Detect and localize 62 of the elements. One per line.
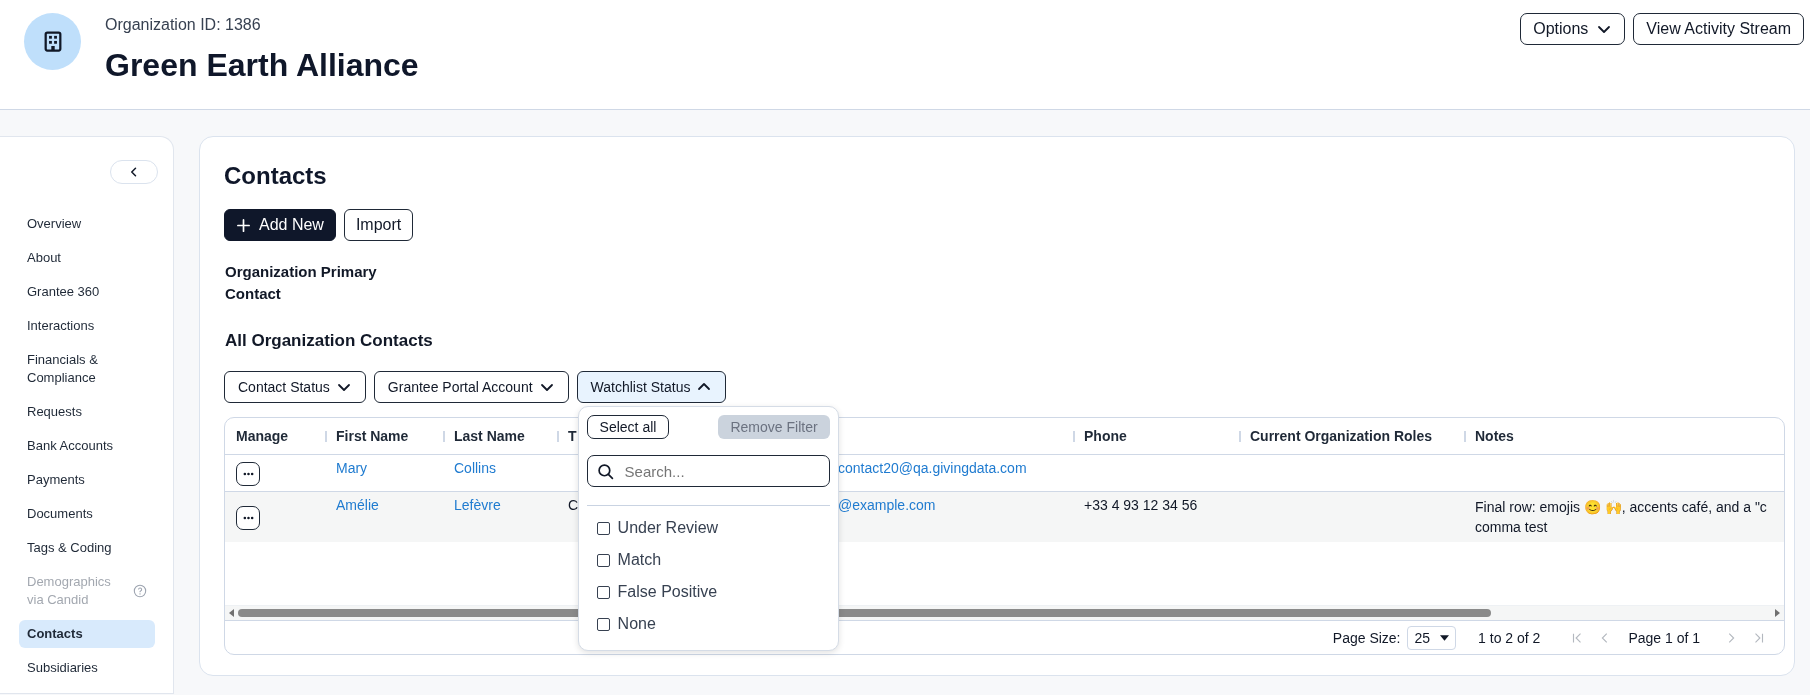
activity-stream-button[interactable]: View Activity Stream (1633, 13, 1804, 45)
sidebar-item[interactable]: Grantee 360 (19, 275, 155, 309)
checkbox[interactable] (596, 585, 610, 599)
search-icon (596, 463, 614, 480)
import-button[interactable]: Import (343, 209, 414, 241)
table-link[interactable]: Collins (454, 460, 496, 476)
more-button[interactable] (236, 506, 260, 530)
option-label[interactable]: None (617, 615, 656, 633)
option-label[interactable]: Match (617, 551, 662, 569)
sidebar-item[interactable]: Requests (19, 395, 155, 429)
sidebar-item[interactable]: Financials & Compliance (19, 343, 155, 395)
table-cell: C (568, 497, 579, 513)
dropdown-arrow-icon (1440, 634, 1450, 641)
page-size-select[interactable]: 25 (1406, 625, 1457, 650)
sidebar-item[interactable]: Subsidiaries (19, 651, 155, 685)
section-title: All Organization Contacts (224, 331, 434, 351)
table-link[interactable]: Amélie (336, 497, 379, 513)
filter-dropdown[interactable]: Watchlist Status (576, 371, 727, 403)
column-header[interactable]: Phone (1084, 428, 1127, 444)
organization-id: Organization ID: 1386 (105, 16, 262, 34)
search-field[interactable]: Search... (586, 455, 830, 487)
table-link[interactable]: contact20@qa.givingdata.com (838, 460, 1027, 476)
table-cell: +33 4 93 12 34 56 (1084, 497, 1198, 513)
table-link[interactable]: Lefèvre (454, 497, 501, 513)
checkbox[interactable] (596, 521, 610, 535)
more-icon (242, 472, 254, 476)
select-all-button[interactable]: Select all (586, 415, 670, 439)
option-label[interactable]: Under Review (617, 519, 719, 537)
column-header[interactable]: Manage (236, 428, 289, 444)
column-header[interactable]: Last Name (454, 428, 525, 444)
sidebar-item[interactable]: About (19, 241, 155, 275)
checkbox[interactable] (596, 553, 610, 567)
column-header[interactable]: T (568, 428, 577, 444)
column-header[interactable]: Notes (1475, 428, 1514, 444)
filter-dropdown[interactable]: Grantee Portal Account (373, 371, 569, 403)
table-link[interactable]: @example.com (838, 497, 936, 513)
filter-dropdown[interactable]: Contact Status (224, 371, 366, 403)
plus-icon (236, 217, 251, 233)
table-link[interactable]: Mary (336, 460, 368, 476)
options-button[interactable]: Options (1520, 13, 1626, 45)
organization-name: Green Earth Alliance (105, 47, 419, 84)
row-count: 1 to 2 of 2 (1478, 629, 1541, 646)
sidebar-item[interactable]: Payments (19, 463, 155, 497)
sidebar-item[interactable]: Overview (19, 207, 155, 241)
sidebar-item[interactable]: Documents (19, 497, 155, 531)
option-label[interactable]: False Positive (617, 583, 718, 601)
table-cell: Final row: emojis 😊 🙌, accents café, and a "c comma test (1475, 499, 1767, 535)
sidebar-item[interactable]: Tags & Coding (19, 531, 155, 565)
building-icon (43, 31, 62, 52)
sidebar-item[interactable]: Interactions (19, 309, 155, 343)
sidebar-item[interactable]: Bank Accounts (19, 429, 155, 463)
more-icon (242, 516, 254, 520)
page-title: Contacts (224, 161, 328, 191)
column-header[interactable]: Current Organization Roles (1250, 428, 1433, 444)
more-button[interactable] (236, 462, 260, 486)
section-label: Organization Primary Contact (224, 262, 378, 304)
page-indicator: Page 1 of 1 (1628, 629, 1700, 646)
column-header[interactable]: First Name (336, 428, 409, 444)
checkbox[interactable] (596, 617, 610, 631)
add-new-button[interactable]: Add New (224, 209, 336, 241)
page-size-label: Page Size: (1332, 629, 1401, 646)
sidebar-item[interactable]: Contacts (19, 620, 155, 648)
